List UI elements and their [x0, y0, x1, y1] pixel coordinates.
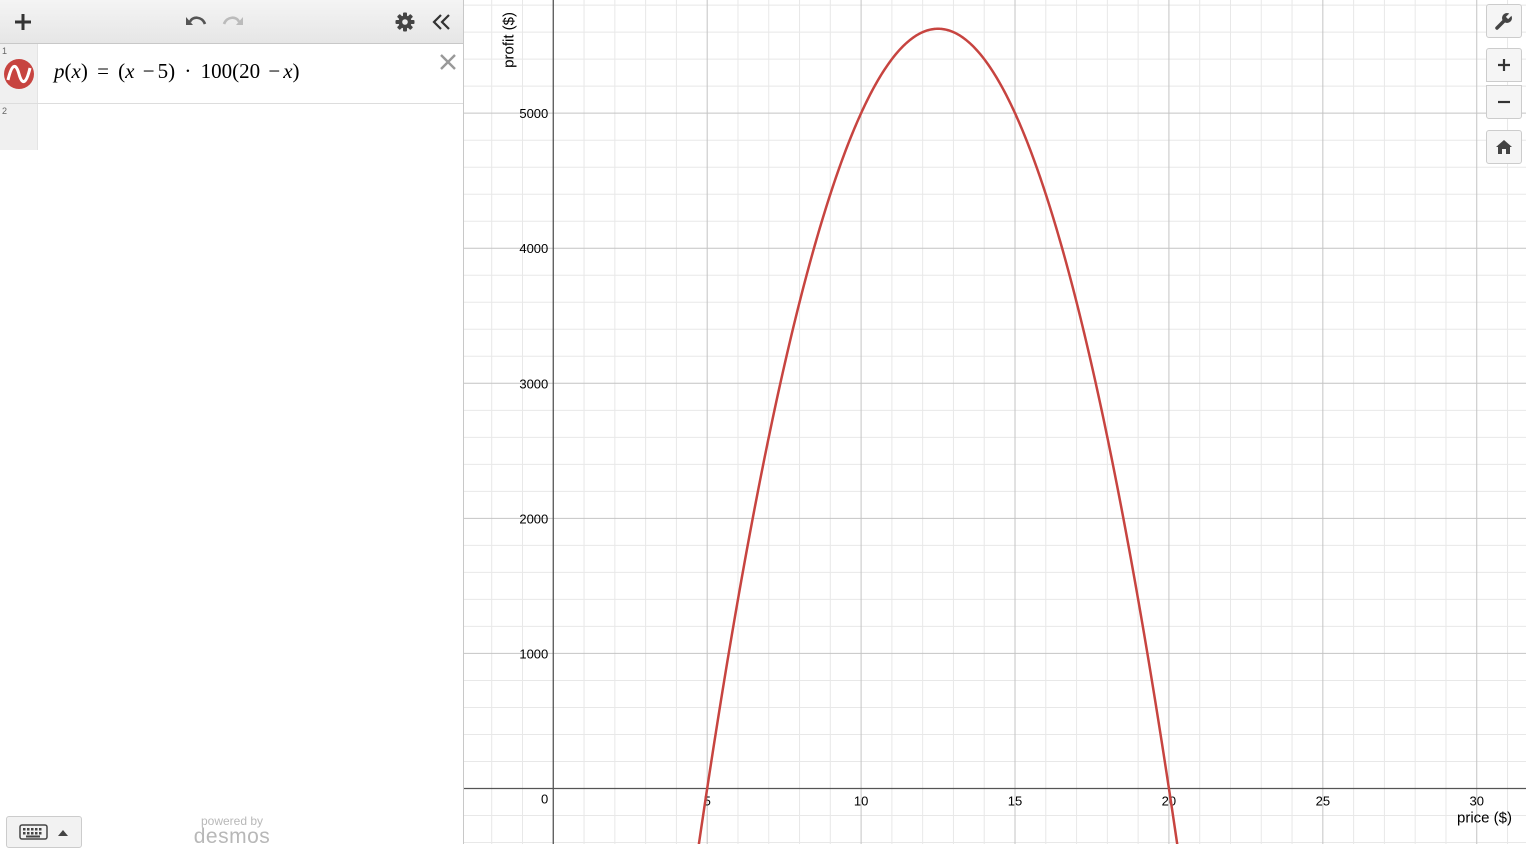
collapse-panel-button[interactable]: [426, 7, 456, 37]
redo-icon: [222, 16, 243, 25]
minus-sign: −: [268, 59, 281, 83]
keyboard-icon: [19, 824, 48, 840]
graph-color-icon[interactable]: [4, 59, 34, 89]
expression-gutter: 1: [0, 44, 38, 103]
graph-settings-button[interactable]: [1486, 4, 1522, 38]
expression-row-1[interactable]: 1 p(x) = (x −5) · 100(20 − x): [0, 44, 463, 104]
number: 5: [157, 59, 169, 83]
x-tick-label: 25: [1316, 793, 1330, 808]
zoom-out-button[interactable]: [1486, 85, 1522, 119]
expression-math[interactable]: p(x) = (x −5) · 100(20 − x): [54, 59, 300, 84]
home-icon: [1496, 140, 1512, 154]
expression-gutter: 2: [0, 104, 38, 150]
keyboard-toggle-button[interactable]: [6, 816, 82, 848]
graph-canvas[interactable]: 5 10 15 20 25 30100020003000400050000 price (…: [464, 0, 1526, 844]
double-chevron-left-icon: [432, 14, 450, 30]
variable: x: [71, 59, 81, 83]
graph-paper[interactable]: 5 10 15 20 25 30 1000 2000 3000 4000 5000 0 price (…: [464, 0, 1526, 844]
multiply-dot: ·: [184, 59, 192, 83]
x-tick-label: 30: [1470, 793, 1484, 808]
plus-icon: [15, 14, 31, 30]
y-tick-label: 2000: [519, 511, 548, 526]
minus-sign: −: [142, 59, 155, 83]
plus-icon: [1498, 59, 1510, 71]
expression-panel: 1 p(x) = (x −5) · 100(20 − x) 2 powered …: [0, 0, 464, 848]
undo-button[interactable]: [181, 7, 211, 37]
expression-toolbar: [0, 0, 463, 44]
desmos-logo: desmos: [193, 825, 271, 848]
undo-icon: [186, 16, 207, 25]
wrench-icon: [1495, 12, 1513, 30]
x-tick-label: 15: [1008, 793, 1022, 808]
origin-label: 0: [541, 791, 548, 806]
y-tick-label: 4000: [519, 241, 548, 256]
y-tick-label: 3000: [519, 376, 548, 391]
variable: x: [125, 59, 135, 83]
powered-by-desmos[interactable]: powered by desmos: [192, 815, 272, 847]
row-number: 1: [2, 46, 8, 56]
default-viewport-button[interactable]: [1486, 130, 1522, 164]
y-axis-title: profit ($): [500, 12, 517, 68]
delete-expression-icon[interactable]: [438, 52, 458, 72]
expression-row-2[interactable]: 2: [0, 104, 463, 150]
y-tick-label: 1000: [519, 646, 548, 661]
row-number: 2: [2, 106, 8, 116]
gear-icon: [395, 12, 415, 32]
function-name: p: [54, 59, 65, 83]
x-tick-label: 10: [854, 793, 868, 808]
minus-icon: [1498, 100, 1510, 104]
number: 100: [200, 59, 233, 83]
settings-button[interactable]: [390, 7, 420, 37]
number: 20: [239, 59, 261, 83]
add-expression-button[interactable]: [8, 7, 38, 37]
redo-button[interactable]: [218, 7, 248, 37]
curve-p-of-x: [697, 27, 1179, 844]
zoom-in-button[interactable]: [1486, 48, 1522, 82]
x-axis-title: price ($): [1457, 809, 1512, 826]
y-tick-label: 5000: [519, 106, 548, 121]
equals-sign: =: [97, 59, 109, 83]
caret-up-icon: [58, 830, 68, 836]
variable: x: [283, 59, 293, 83]
